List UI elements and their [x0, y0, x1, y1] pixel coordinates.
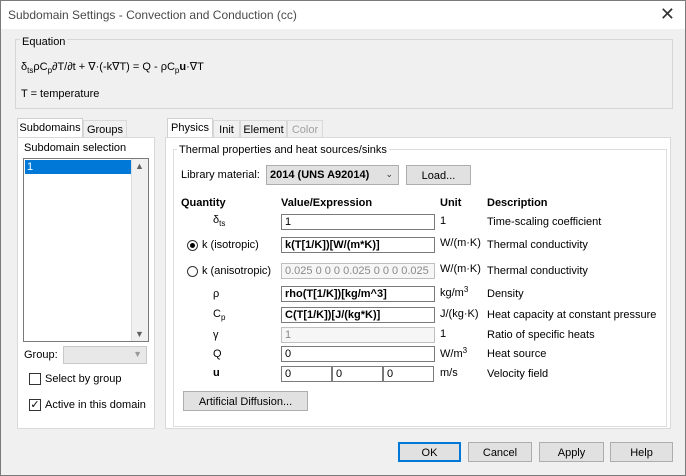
library-material-value: 2014 (UNS A92014) — [270, 169, 370, 181]
header-quantity: Quantity — [181, 197, 226, 209]
header-description: Description — [487, 197, 548, 209]
quantity-k-isotropic: k (isotropic) — [202, 239, 259, 251]
unit-rho: kg/m3 — [440, 285, 469, 299]
velocity-w-input[interactable]: 0 — [383, 366, 434, 382]
quantity-q: Q — [213, 348, 222, 360]
cp-input[interactable]: C(T[1/K])[J/(kg*K)] — [281, 307, 435, 323]
subdomain-listbox[interactable]: 1 ▲ ▼ — [23, 158, 149, 342]
velocity-v-input[interactable]: 0 — [332, 366, 383, 382]
listbox-scrollbar[interactable]: ▲ ▼ — [131, 159, 148, 341]
cancel-button[interactable]: Cancel — [468, 442, 532, 462]
ok-button[interactable]: OK — [398, 442, 461, 462]
unit-k-anisotropic: W/(m·K) — [440, 263, 481, 275]
quantity-gamma: γ — [213, 329, 219, 341]
unit-delta-ts: 1 — [440, 215, 447, 227]
desc-u: Velocity field — [487, 368, 549, 380]
rho-input[interactable]: rho(T[1/K])[kg/m^3] — [281, 286, 435, 302]
quantity-k-anisotropic: k (anisotropic) — [202, 265, 272, 277]
equation-group-label: Equation — [20, 36, 68, 48]
list-item[interactable]: 1 — [25, 160, 131, 174]
k-anisotropic-radio[interactable] — [187, 266, 198, 277]
equation-variable-text: T = temperature — [21, 88, 100, 100]
header-unit: Unit — [440, 197, 462, 209]
heat-source-input[interactable]: 0 — [281, 346, 435, 362]
chevron-down-icon: ▼ — [133, 349, 142, 359]
desc-delta-ts: Time-scaling coefficient — [487, 216, 602, 228]
k-isotropic-radio[interactable] — [187, 240, 198, 251]
quantity-cp: Cp — [213, 308, 226, 322]
title-bar[interactable]: Subdomain Settings - Convection and Cond… — [1, 1, 685, 29]
thermal-group-label: Thermal properties and heat sources/sink… — [177, 144, 389, 156]
unit-cp: J/(kg·K) — [440, 308, 479, 320]
velocity-u-input[interactable]: 0 — [281, 366, 332, 382]
close-icon[interactable]: ✕ — [660, 4, 675, 24]
equation-group — [15, 39, 673, 109]
load-button[interactable]: Load... — [406, 165, 471, 185]
tab-init[interactable]: Init — [213, 120, 240, 138]
chevron-down-icon: ⌄ — [385, 169, 393, 179]
tab-element[interactable]: Element — [240, 120, 287, 138]
quantity-delta-ts: δts — [213, 214, 226, 228]
tab-color: Color — [287, 120, 323, 138]
help-button[interactable]: Help — [610, 442, 673, 462]
unit-q: W/m3 — [440, 346, 468, 360]
group-label: Group: — [24, 349, 58, 361]
tab-subdomains[interactable]: Subdomains — [17, 118, 83, 138]
select-by-group-label: Select by group — [45, 373, 122, 385]
tab-physics[interactable]: Physics — [167, 118, 213, 138]
unit-u: m/s — [440, 367, 458, 379]
apply-button[interactable]: Apply — [539, 442, 604, 462]
desc-cp: Heat capacity at constant pressure — [487, 309, 657, 321]
gamma-input: 1 — [281, 327, 435, 343]
active-in-domain-label: Active in this domain — [45, 399, 146, 411]
desc-q: Heat source — [487, 348, 547, 360]
checkmark-icon: ✓ — [30, 399, 40, 411]
unit-k-isotropic: W/(m·K) — [440, 237, 481, 249]
delta-ts-input[interactable]: 1 — [281, 214, 435, 230]
active-in-domain-checkbox[interactable]: ✓ — [29, 399, 41, 411]
scroll-down-icon[interactable]: ▼ — [135, 329, 144, 339]
desc-rho: Density — [487, 288, 524, 300]
group-select[interactable]: ▼ — [63, 346, 147, 364]
header-value: Value/Expression — [281, 197, 373, 209]
k-anisotropic-input: 0.025 0 0 0 0.025 0 0 0 0.025 — [281, 263, 435, 279]
subdomain-selection-label: Subdomain selection — [24, 142, 127, 154]
quantity-u: u — [213, 367, 220, 379]
tab-groups[interactable]: Groups — [83, 120, 127, 138]
window-title: Subdomain Settings - Convection and Cond… — [8, 8, 297, 22]
radio-selected-dot — [190, 243, 195, 248]
equation-text: δtsρCp∂T/∂t + ∇·(-k∇T) = Q - ρCpu·∇T — [21, 61, 204, 75]
unit-gamma: 1 — [440, 328, 447, 340]
library-material-select[interactable]: 2014 (UNS A92014) ⌄ — [266, 165, 399, 185]
artificial-diffusion-button[interactable]: Artificial Diffusion... — [183, 391, 308, 411]
desc-gamma: Ratio of specific heats — [487, 329, 595, 341]
quantity-rho: ρ — [213, 288, 220, 300]
library-material-label: Library material: — [181, 169, 260, 181]
desc-k-anisotropic: Thermal conductivity — [487, 265, 588, 277]
select-by-group-checkbox[interactable] — [29, 373, 41, 385]
desc-k-isotropic: Thermal conductivity — [487, 239, 588, 251]
scroll-up-icon[interactable]: ▲ — [135, 161, 144, 171]
k-isotropic-input[interactable]: k(T[1/K])[W/(m*K)] — [281, 237, 435, 253]
subdomain-settings-dialog: Subdomain Settings - Convection and Cond… — [0, 0, 686, 476]
